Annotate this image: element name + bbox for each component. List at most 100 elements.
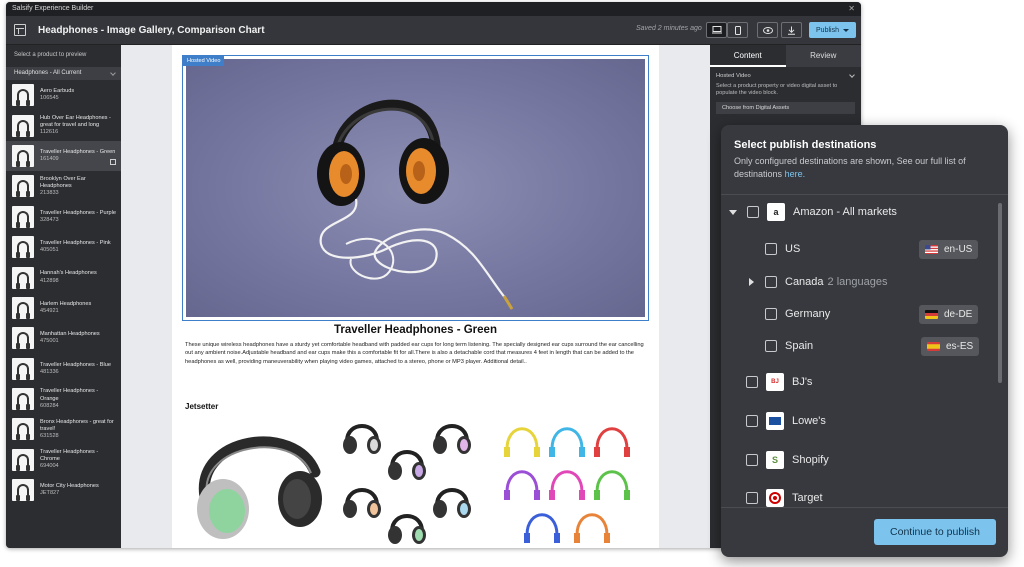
expand-caret-icon[interactable] bbox=[729, 209, 737, 215]
product-list-item[interactable]: Harlem Headphones 454921 bbox=[6, 293, 121, 323]
product-title: Traveller Headphones - Green bbox=[334, 324, 497, 336]
us-locale: en-US bbox=[944, 244, 973, 255]
destination-target[interactable]: Target bbox=[746, 485, 823, 507]
product-sku: 694004 bbox=[40, 463, 59, 470]
product-thumbnail bbox=[12, 448, 34, 471]
tab-content[interactable]: Content bbox=[710, 45, 786, 67]
target-label: Target bbox=[792, 492, 823, 504]
lowes-checkbox[interactable] bbox=[746, 415, 758, 427]
gallery-image-headphone-colors bbox=[337, 417, 483, 547]
headphones-icon bbox=[16, 301, 30, 319]
product-list-item[interactable]: Traveller Headphones - Green 161409 bbox=[6, 140, 121, 172]
digital-assets-select[interactable]: Choose from Digital Assets bbox=[716, 102, 855, 114]
headphones-icon bbox=[16, 362, 30, 380]
headphones-icon bbox=[16, 271, 30, 289]
eye-icon bbox=[762, 26, 773, 34]
lowes-label: Lowe's bbox=[792, 415, 826, 427]
product-thumbnail bbox=[12, 236, 34, 259]
product-list-item[interactable]: Hub Over Ear Headphones - great for trav… bbox=[6, 110, 121, 140]
hosted-video-section[interactable]: Hosted Video bbox=[710, 67, 861, 79]
bjs-checkbox[interactable] bbox=[746, 376, 758, 388]
product-name: Traveller Headphones - Pink bbox=[40, 239, 111, 246]
desktop-view-button[interactable] bbox=[706, 22, 727, 38]
hosted-video-block[interactable]: Hosted Video bbox=[182, 55, 649, 321]
product-sku: 475001 bbox=[40, 338, 59, 345]
target-checkbox[interactable] bbox=[746, 492, 758, 504]
publish-destinations-modal: Select publish destinations Only configu… bbox=[721, 125, 1008, 557]
product-thumbnail bbox=[12, 357, 34, 380]
destination-us[interactable]: US bbox=[765, 236, 800, 262]
bjs-label: BJ's bbox=[792, 376, 813, 388]
product-list-item[interactable]: Traveller Headphones - Orange 608284 bbox=[6, 384, 121, 414]
preview-page: Hosted Video Traveller Headphones - Gree… bbox=[172, 45, 659, 548]
publish-button[interactable]: Publish bbox=[809, 22, 856, 38]
sidebar-prompt: Select a product to preview bbox=[14, 52, 87, 58]
product-list-item[interactable]: Bronx Headphones - great for travel! 6315… bbox=[6, 414, 121, 444]
product-sku: 213833 bbox=[40, 189, 59, 196]
download-button[interactable] bbox=[781, 22, 802, 38]
toolbar: Headphones - Image Gallery, Comparison C… bbox=[6, 16, 861, 45]
product-thumbnail bbox=[12, 388, 34, 411]
mobile-icon bbox=[734, 25, 741, 35]
us-checkbox[interactable] bbox=[765, 243, 777, 255]
continue-to-publish-button[interactable]: Continue to publish bbox=[874, 519, 996, 545]
destination-list: a Amazon - All markets US en-US Canada 2 … bbox=[721, 197, 997, 507]
product-list-item[interactable]: Traveller Headphones - Purple 328473 bbox=[6, 202, 121, 232]
product-thumbnail bbox=[12, 296, 34, 319]
product-list-item[interactable]: Aero Earbuds 106545 bbox=[6, 80, 121, 110]
modal-subtitle: Only configured destinations are shown, … bbox=[734, 155, 994, 181]
preview-button[interactable] bbox=[757, 22, 778, 38]
product-list-item[interactable]: Traveller Headphones - Blue 481336 bbox=[6, 354, 121, 384]
expand-caret-icon[interactable] bbox=[749, 278, 754, 286]
desktop-icon bbox=[711, 26, 722, 34]
external-link-icon[interactable] bbox=[110, 159, 116, 166]
download-icon bbox=[788, 26, 795, 35]
product-list-item-text: Traveller Headphones - Pink 405051 bbox=[40, 240, 118, 254]
destination-canada[interactable]: Canada 2 languages bbox=[749, 269, 888, 295]
tab-review[interactable]: Review bbox=[785, 45, 861, 67]
destination-amazon[interactable]: a Amazon - All markets bbox=[729, 199, 897, 225]
product-list-item[interactable]: Traveller Headphones - Chrome 694004 bbox=[6, 445, 121, 475]
product-name: Motor City Headphones bbox=[40, 483, 99, 490]
product-list-item[interactable]: Motor City Headphones JET827 bbox=[6, 475, 121, 505]
product-list-item-text: Aero Earbuds 106545 bbox=[40, 88, 118, 102]
product-sku: 608284 bbox=[40, 402, 59, 409]
product-list-item-text: Hannah's Headphones 412898 bbox=[40, 270, 118, 284]
headphones-icon bbox=[16, 453, 30, 471]
headphones-icon bbox=[16, 149, 30, 167]
window-close-icon[interactable]: ✕ bbox=[848, 2, 855, 16]
destination-bjs[interactable]: BJ BJ's bbox=[746, 369, 812, 395]
germany-checkbox[interactable] bbox=[765, 308, 777, 320]
spain-label: Spain bbox=[785, 340, 814, 352]
product-list-item-text: Bronx Headphones - great for travel! 6315… bbox=[40, 419, 118, 441]
caret-down-icon bbox=[842, 28, 849, 32]
product-thumbnail bbox=[12, 175, 34, 198]
destination-list-scrollbar[interactable] bbox=[998, 203, 1002, 383]
amazon-checkbox[interactable] bbox=[747, 206, 759, 218]
destination-shopify[interactable]: S Shopify bbox=[746, 447, 829, 473]
mini-headphone bbox=[343, 424, 381, 454]
destination-lowes[interactable]: Lowe's bbox=[746, 408, 826, 434]
product-list-item-text: Traveller Headphones - Orange 608284 bbox=[40, 388, 118, 410]
preview-canvas: Hosted Video Traveller Headphones - Gree… bbox=[121, 45, 710, 548]
destinations-link[interactable]: here. bbox=[785, 169, 806, 179]
product-list-item[interactable]: Hannah's Headphones 412898 bbox=[6, 262, 121, 292]
mobile-view-button[interactable] bbox=[727, 22, 748, 38]
shopify-logo-icon: S bbox=[766, 451, 784, 469]
destination-germany[interactable]: Germany bbox=[765, 301, 830, 327]
product-sku: 481336 bbox=[40, 368, 59, 375]
amazon-label: Amazon - All markets bbox=[793, 206, 897, 218]
modal-footer: Continue to publish bbox=[721, 507, 1008, 557]
spain-checkbox[interactable] bbox=[765, 340, 777, 352]
product-list-item[interactable]: Brooklyn Over Ear Headphones 213833 bbox=[6, 171, 121, 201]
product-list-select[interactable]: Headphones - All Current bbox=[6, 67, 121, 80]
panel-tabs: Content Review bbox=[710, 45, 861, 67]
shopify-checkbox[interactable] bbox=[746, 454, 758, 466]
canada-checkbox[interactable] bbox=[765, 276, 777, 288]
product-list-item[interactable]: Manhattan Headphones 475001 bbox=[6, 323, 121, 353]
product-list-item[interactable]: Traveller Headphones - Pink 405051 bbox=[6, 232, 121, 262]
product-sku: 328473 bbox=[40, 216, 59, 223]
product-thumbnail bbox=[12, 114, 34, 137]
destination-spain[interactable]: Spain bbox=[765, 333, 813, 359]
product-thumbnail bbox=[12, 479, 34, 502]
